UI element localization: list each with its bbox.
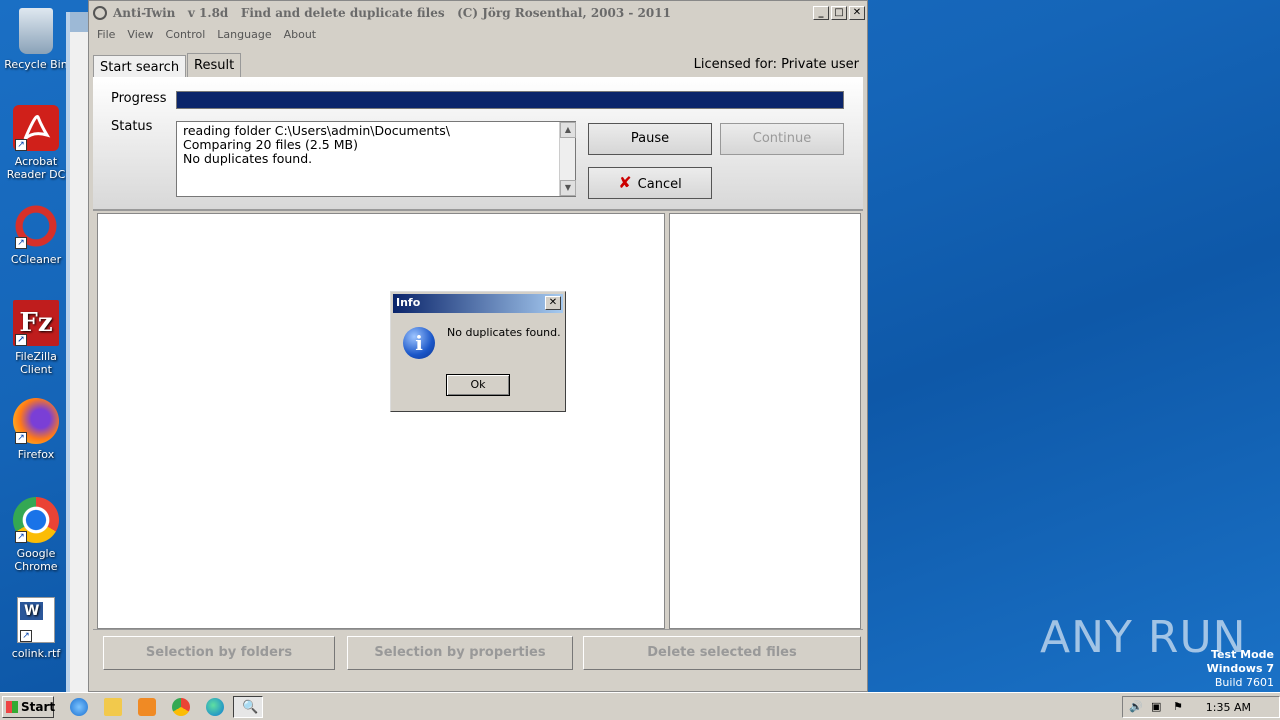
clock[interactable]: 1:35 AM [1206,701,1251,714]
result-list-pane[interactable] [97,213,665,629]
status-label: Status [111,119,153,134]
file-explorer-icon[interactable] [104,698,122,716]
taskbar: Start 🔍 🔊 ▣ ⚑ 1:35 AM [0,692,1280,720]
start-button[interactable]: Start [2,696,56,718]
shortcut-arrow-icon: ↗ [15,237,27,249]
search-status-panel: Progress Status reading folder C:\Users\… [93,77,863,211]
anti-twin-taskbar-button[interactable]: 🔍 [233,696,263,718]
chrome-taskbar-icon[interactable] [172,698,190,716]
action-center-flag-icon[interactable]: ⚑ [1173,700,1183,713]
dialog-message: No duplicates found. [447,326,561,339]
windows-version-line: Windows 7 [1206,662,1274,675]
shortcut-arrow-icon: ↗ [15,139,27,151]
ok-button[interactable]: Ok [446,374,510,396]
tab-result[interactable]: Result [187,53,242,77]
dialog-close-button[interactable]: ✕ [545,296,561,310]
result-detail-pane[interactable] [669,213,861,629]
status-log[interactable]: reading folder C:\Users\admin\Documents\… [176,121,576,197]
shortcut-arrow-icon: ↗ [15,334,27,346]
tab-row: Start search Result Licensed for: Privat… [89,53,867,77]
cancel-button-label: Cancel [637,177,682,192]
desktop-icon-chrome[interactable]: ↗ Google Chrome [1,497,71,573]
continue-button[interactable]: Continue [720,123,844,155]
bottom-action-bar: Selection by folders Selection by proper… [93,629,863,677]
word-document-icon: W ↗ [17,597,55,643]
progress-label: Progress [111,91,167,106]
windows-flag-icon [6,701,18,713]
window-title: Anti-Twin v 1.8d Find and delete duplica… [113,6,671,20]
desktop-icon-acrobat[interactable]: ↗ Acrobat Reader DC [1,105,71,181]
delete-selected-files-button[interactable]: Delete selected files [583,636,861,670]
menu-control[interactable]: Control [166,28,206,41]
desktop-icon-ccleaner[interactable]: ↗ CCleaner [1,203,71,266]
status-line: reading folder C:\Users\admin\Documents\ [183,123,450,138]
window-titlebar[interactable]: Anti-Twin v 1.8d Find and delete duplica… [89,1,867,25]
desktop-icon-recycle-bin[interactable]: Recycle Bin [1,8,71,71]
tab-start-search[interactable]: Start search [93,55,187,77]
red-x-icon: ✘ [618,173,632,192]
ccleaner-icon: ↗ [13,203,59,249]
desktop-icon-firefox[interactable]: ↗ Firefox [1,398,71,461]
progress-bar [176,91,844,109]
menu-file[interactable]: File [97,28,115,41]
magnifier-app-icon [93,6,107,20]
status-line: Comparing 20 files (2.5 MB) [183,137,358,152]
license-text: Licensed for: Private user [693,57,859,72]
acrobat-icon: ↗ [13,105,59,151]
menu-language[interactable]: Language [217,28,271,41]
media-player-icon[interactable] [138,698,156,716]
info-dialog[interactable]: Info ✕ i No duplicates found. Ok [390,291,566,412]
maximize-button[interactable]: □ [831,6,847,20]
shortcut-arrow-icon: ↗ [15,531,27,543]
magnifier-icon: 🔍 [242,700,259,715]
dialog-title: Info [396,296,421,309]
progress-bar-fill [177,92,843,108]
pause-button[interactable]: Pause [588,123,712,155]
menu-about[interactable]: About [284,28,317,41]
dialog-titlebar[interactable]: Info ✕ [393,294,563,313]
filezilla-icon: Fz ↗ [13,300,59,346]
edge-icon[interactable] [206,698,224,716]
firefox-icon: ↗ [13,398,59,444]
status-scrollbar[interactable]: ▲ ▼ [559,122,576,196]
selection-by-folders-button[interactable]: Selection by folders [103,636,335,670]
scroll-up-arrow-icon[interactable]: ▲ [560,122,576,138]
minimize-button[interactable]: _ [813,6,829,20]
info-icon: i [403,327,435,359]
shortcut-arrow-icon: ↗ [15,432,27,444]
desktop-icon-filezilla[interactable]: Fz ↗ FileZilla Client [1,300,71,376]
close-button[interactable]: ✕ [849,6,865,20]
shortcut-arrow-icon: ↗ [20,630,32,642]
cancel-button[interactable]: ✘ Cancel [588,167,712,199]
volume-icon[interactable]: 🔊 [1129,700,1143,713]
test-mode-text: Test Mode Windows 7 Build 7601 [1207,648,1274,690]
internet-explorer-icon[interactable] [70,698,88,716]
build-line: Build 7601 [1214,676,1274,689]
desktop-icon-colink-rtf[interactable]: W ↗ colink.rtf [1,597,71,660]
scroll-down-arrow-icon[interactable]: ▼ [560,180,576,196]
chrome-icon: ↗ [13,497,59,543]
test-mode-line: Test Mode [1211,648,1274,661]
network-icon[interactable]: ▣ [1151,700,1161,713]
status-line: No duplicates found. [183,151,313,166]
menu-bar: File View Control Language About [89,25,867,43]
recycle-bin-icon [19,8,53,54]
selection-by-properties-button[interactable]: Selection by properties [347,636,573,670]
start-label: Start [21,700,56,714]
system-tray: 🔊 ▣ ⚑ 1:35 AM [1122,696,1280,718]
menu-view[interactable]: View [127,28,153,41]
